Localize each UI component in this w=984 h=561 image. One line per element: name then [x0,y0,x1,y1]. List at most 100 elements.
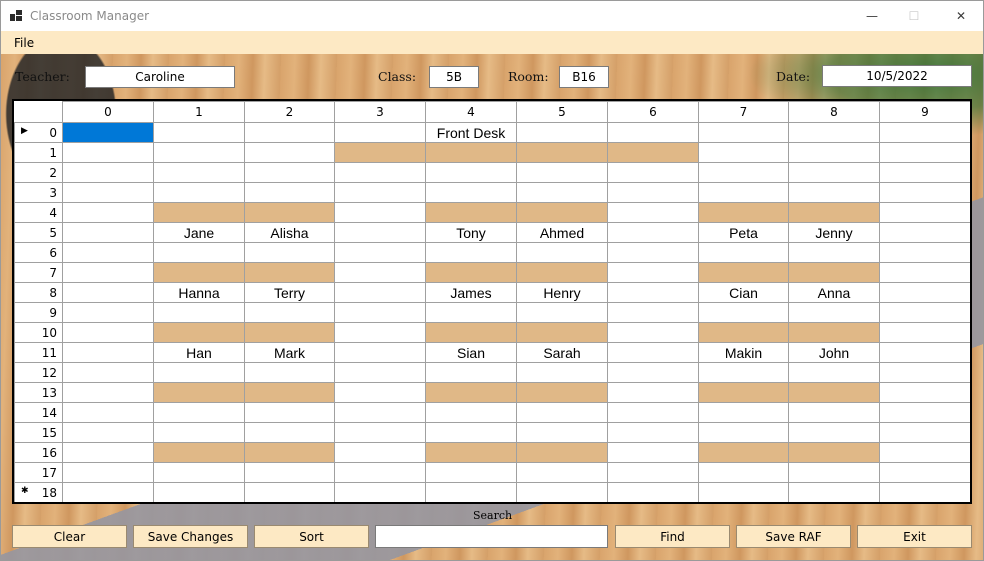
seat-cell[interactable]: Alisha [244,222,335,243]
seat-cell[interactable] [334,482,426,502]
seat-cell[interactable] [153,462,245,483]
seat-cell[interactable]: Han [153,342,245,363]
row-header[interactable]: 1 [14,142,63,163]
seat-cell[interactable] [425,262,517,283]
seat-cell[interactable] [425,382,517,403]
seat-cell[interactable]: Jenny [788,222,880,243]
date-field[interactable]: 10/5/2022 [822,65,972,87]
seat-cell[interactable] [788,482,880,502]
seat-cell[interactable] [879,162,970,183]
row-header[interactable]: 12 [14,362,63,383]
seat-cell[interactable] [244,242,335,263]
seat-cell[interactable] [879,482,970,502]
seat-cell[interactable] [788,302,880,323]
seat-cell[interactable] [607,482,699,502]
seat-cell[interactable] [607,422,699,443]
column-header[interactable]: 1 [153,101,245,123]
seat-cell[interactable] [879,122,970,143]
seat-cell[interactable] [425,302,517,323]
seat-cell[interactable] [62,482,154,502]
seat-cell[interactable] [153,202,245,223]
seat-cell[interactable] [788,202,880,223]
seat-cell[interactable]: Sarah [516,342,608,363]
seat-cell[interactable] [516,142,608,163]
seat-cell[interactable] [607,202,699,223]
seat-cell[interactable] [62,142,154,163]
seat-cell[interactable] [516,242,608,263]
seat-cell[interactable] [698,122,789,143]
row-header[interactable]: 3 [14,182,63,203]
seat-cell[interactable] [516,182,608,203]
seat-cell[interactable] [698,462,789,483]
seat-cell[interactable] [334,182,426,203]
seat-cell[interactable] [607,322,699,343]
seat-cell[interactable] [516,302,608,323]
row-header[interactable]: 14 [14,402,63,423]
seat-cell[interactable] [698,182,789,203]
seat-cell[interactable] [698,482,789,502]
seat-cell[interactable] [698,142,789,163]
seat-cell[interactable] [425,422,517,443]
seat-cell[interactable] [62,242,154,263]
seat-cell[interactable]: Cian [698,282,789,303]
seat-cell[interactable] [153,162,245,183]
seat-cell[interactable] [425,202,517,223]
seat-cell[interactable] [153,322,245,343]
seat-cell[interactable] [788,442,880,463]
seat-cell[interactable] [607,302,699,323]
row-header[interactable]: 9 [14,302,63,323]
seat-cell[interactable] [879,422,970,443]
row-header[interactable]: 11 [14,342,63,363]
seat-cell[interactable] [516,482,608,502]
seat-cell[interactable]: Jane [153,222,245,243]
seat-cell[interactable] [607,362,699,383]
column-header[interactable]: 6 [607,101,699,123]
seat-cell[interactable] [607,382,699,403]
seat-cell[interactable] [244,302,335,323]
seat-cell[interactable] [879,142,970,163]
seat-cell[interactable] [334,422,426,443]
seat-cell[interactable] [62,162,154,183]
seat-cell[interactable]: Front Desk [425,122,517,143]
seat-cell[interactable] [62,122,154,143]
seat-cell[interactable]: Ahmed [516,222,608,243]
seat-cell[interactable] [244,142,335,163]
seat-cell[interactable] [244,462,335,483]
column-header[interactable]: 3 [334,101,426,123]
row-header[interactable]: ▶ 0 [14,122,63,143]
seat-cell[interactable]: Makin [698,342,789,363]
seat-cell[interactable] [153,122,245,143]
find-button[interactable]: Find [615,525,730,548]
sort-button[interactable]: Sort [254,525,369,548]
minimize-button[interactable]: — [849,1,895,31]
title-bar[interactable]: Classroom Manager — ☐ ✕ [1,1,983,31]
seat-cell[interactable] [153,302,245,323]
seat-cell[interactable] [698,162,789,183]
row-header[interactable]: 10 [14,322,63,343]
teacher-field[interactable]: Caroline [85,66,235,88]
seat-cell[interactable] [698,402,789,423]
seat-cell[interactable] [516,202,608,223]
seat-cell[interactable] [607,162,699,183]
seat-cell[interactable] [607,442,699,463]
seat-cell[interactable] [879,442,970,463]
seat-cell[interactable] [153,422,245,443]
seat-cell[interactable] [788,322,880,343]
seat-cell[interactable] [244,422,335,443]
clear-button[interactable]: Clear [12,525,127,548]
column-header[interactable]: 9 [879,101,970,123]
seat-cell[interactable] [516,442,608,463]
seat-cell[interactable] [334,322,426,343]
seat-cell[interactable] [516,162,608,183]
seat-cell[interactable] [788,242,880,263]
exit-button[interactable]: Exit [857,525,972,548]
seat-cell[interactable] [879,222,970,243]
seat-cell[interactable] [607,122,699,143]
seat-cell[interactable]: Anna [788,282,880,303]
seat-cell[interactable] [153,182,245,203]
seat-cell[interactable] [244,442,335,463]
seat-cell[interactable] [62,182,154,203]
seat-cell[interactable] [244,202,335,223]
column-header[interactable]: 5 [516,101,608,123]
room-field[interactable]: B16 [559,66,609,88]
